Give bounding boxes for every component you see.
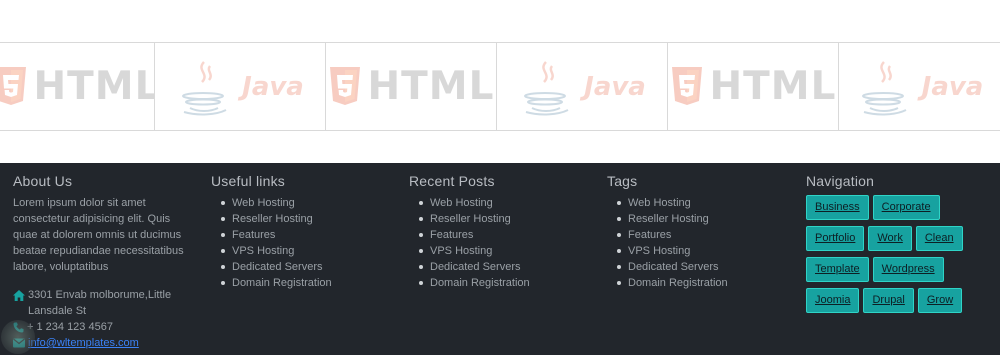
nav-tag-work[interactable]: Work <box>868 226 912 251</box>
tag-link-item[interactable]: VPS Hosting <box>617 243 728 259</box>
java-logo: Java <box>176 58 304 116</box>
logo-cell-java: Java <box>839 43 1000 130</box>
nav-tag-joomia[interactable]: Joomia <box>806 288 860 313</box>
tags-list: Web Hosting Reseller Hosting Features VP… <box>607 195 728 291</box>
nav-tag-grow[interactable]: Grow <box>917 288 963 313</box>
phone-text: + 1 234 123 4567 <box>27 321 113 333</box>
address-row: 3301 Envab molborume,Little Lansdale St <box>13 287 188 319</box>
logo-cell-html: HTML <box>326 43 497 130</box>
recent-post-item[interactable]: Web Hosting <box>419 195 530 211</box>
floating-chat-button[interactable] <box>1 320 35 354</box>
useful-link-item[interactable]: Reseller Hosting <box>221 211 332 227</box>
about-heading: About Us <box>13 173 73 189</box>
useful-links-list: Web Hosting Reseller Hosting Features VP… <box>211 195 332 291</box>
tag-link-item[interactable]: Reseller Hosting <box>617 211 728 227</box>
footer-navigation-section: Navigation Business Corporate Portfolio … <box>806 173 996 313</box>
footer-about-section: About Us Lorem ipsum dolor sit amet cons… <box>13 173 188 351</box>
html5-shield-icon <box>671 66 702 105</box>
nav-tag-corporate[interactable]: Corporate <box>872 195 940 220</box>
logo-label: Java <box>242 71 304 102</box>
useful-link-item[interactable]: Dedicated Servers <box>221 259 332 275</box>
recent-post-item[interactable]: Domain Registration <box>419 275 530 291</box>
address-text: 3301 Envab molborume,Little Lansdale St <box>28 289 172 317</box>
html5-shield-icon <box>329 66 360 105</box>
recent-post-item[interactable]: VPS Hosting <box>419 243 530 259</box>
footer-recent-posts-section: Recent Posts Web Hosting Reseller Hostin… <box>409 173 530 291</box>
useful-link-item[interactable]: Web Hosting <box>221 195 332 211</box>
useful-links-heading: Useful links <box>211 173 285 189</box>
contact-info: 3301 Envab molborume,Little Lansdale St … <box>13 287 188 351</box>
logo-label: Java <box>921 71 984 102</box>
logo-label: HTML <box>367 64 495 109</box>
nav-tag-drupal[interactable]: Drupal <box>863 288 914 313</box>
java-cup-icon <box>182 60 227 115</box>
java-cup-icon <box>524 60 569 115</box>
tag-link-item[interactable]: Features <box>617 227 728 243</box>
footer-tags-section: Tags Web Hosting Reseller Hosting Featur… <box>607 173 728 291</box>
recent-post-item[interactable]: Features <box>419 227 530 243</box>
html5-logo: HTML <box>0 64 155 109</box>
useful-link-item[interactable]: Domain Registration <box>221 275 332 291</box>
nav-tag-business[interactable]: Business <box>806 195 869 220</box>
about-text: Lorem ipsum dolor sit amet consectetur a… <box>13 197 184 273</box>
tags-heading: Tags <box>607 173 638 189</box>
recent-posts-heading: Recent Posts <box>409 173 495 189</box>
logo-cell-java: Java <box>497 43 668 130</box>
html5-shield-icon <box>0 66 26 105</box>
recent-post-item[interactable]: Dedicated Servers <box>419 259 530 275</box>
nav-tag-template[interactable]: Template <box>806 257 869 282</box>
logo-cell-html: HTML <box>0 43 155 130</box>
nav-tag-clean[interactable]: Clean <box>915 226 963 251</box>
email-link[interactable]: info@wltemplates.com <box>28 335 139 351</box>
recent-posts-list: Web Hosting Reseller Hosting Features VP… <box>409 195 530 291</box>
html5-logo: HTML <box>670 64 837 109</box>
email-row: info@wltemplates.com <box>13 335 188 351</box>
logo-label: HTML <box>709 64 837 109</box>
logo-cell-html: HTML <box>668 43 839 130</box>
html5-logo: HTML <box>328 64 495 109</box>
navigation-heading: Navigation <box>806 173 875 189</box>
logo-label: HTML <box>33 64 155 109</box>
footer-useful-links-section: Useful links Web Hosting Reseller Hostin… <box>211 173 332 291</box>
useful-link-item[interactable]: Features <box>221 227 332 243</box>
java-logo: Java <box>856 58 984 116</box>
recent-post-item[interactable]: Reseller Hosting <box>419 211 530 227</box>
tag-link-item[interactable]: Web Hosting <box>617 195 728 211</box>
tag-link-item[interactable]: Domain Registration <box>617 275 728 291</box>
nav-tag-portfolio[interactable]: Portfolio <box>806 226 865 251</box>
navigation-tag-cloud: Business Corporate Portfolio Work Clean … <box>806 195 996 313</box>
home-icon <box>13 290 25 301</box>
partner-logo-strip: HTML Java HTML Java HTML Java <box>0 42 1000 131</box>
logo-cell-java: Java <box>155 43 326 130</box>
logo-label: Java <box>584 71 646 102</box>
phone-row: + 1 234 123 4567 <box>13 319 188 335</box>
useful-link-item[interactable]: VPS Hosting <box>221 243 332 259</box>
java-cup-icon <box>861 60 907 115</box>
nav-tag-wordpress[interactable]: Wordpress <box>872 257 944 282</box>
tag-link-item[interactable]: Dedicated Servers <box>617 259 728 275</box>
java-logo: Java <box>518 58 646 116</box>
site-footer: About Us Lorem ipsum dolor sit amet cons… <box>0 163 1000 355</box>
